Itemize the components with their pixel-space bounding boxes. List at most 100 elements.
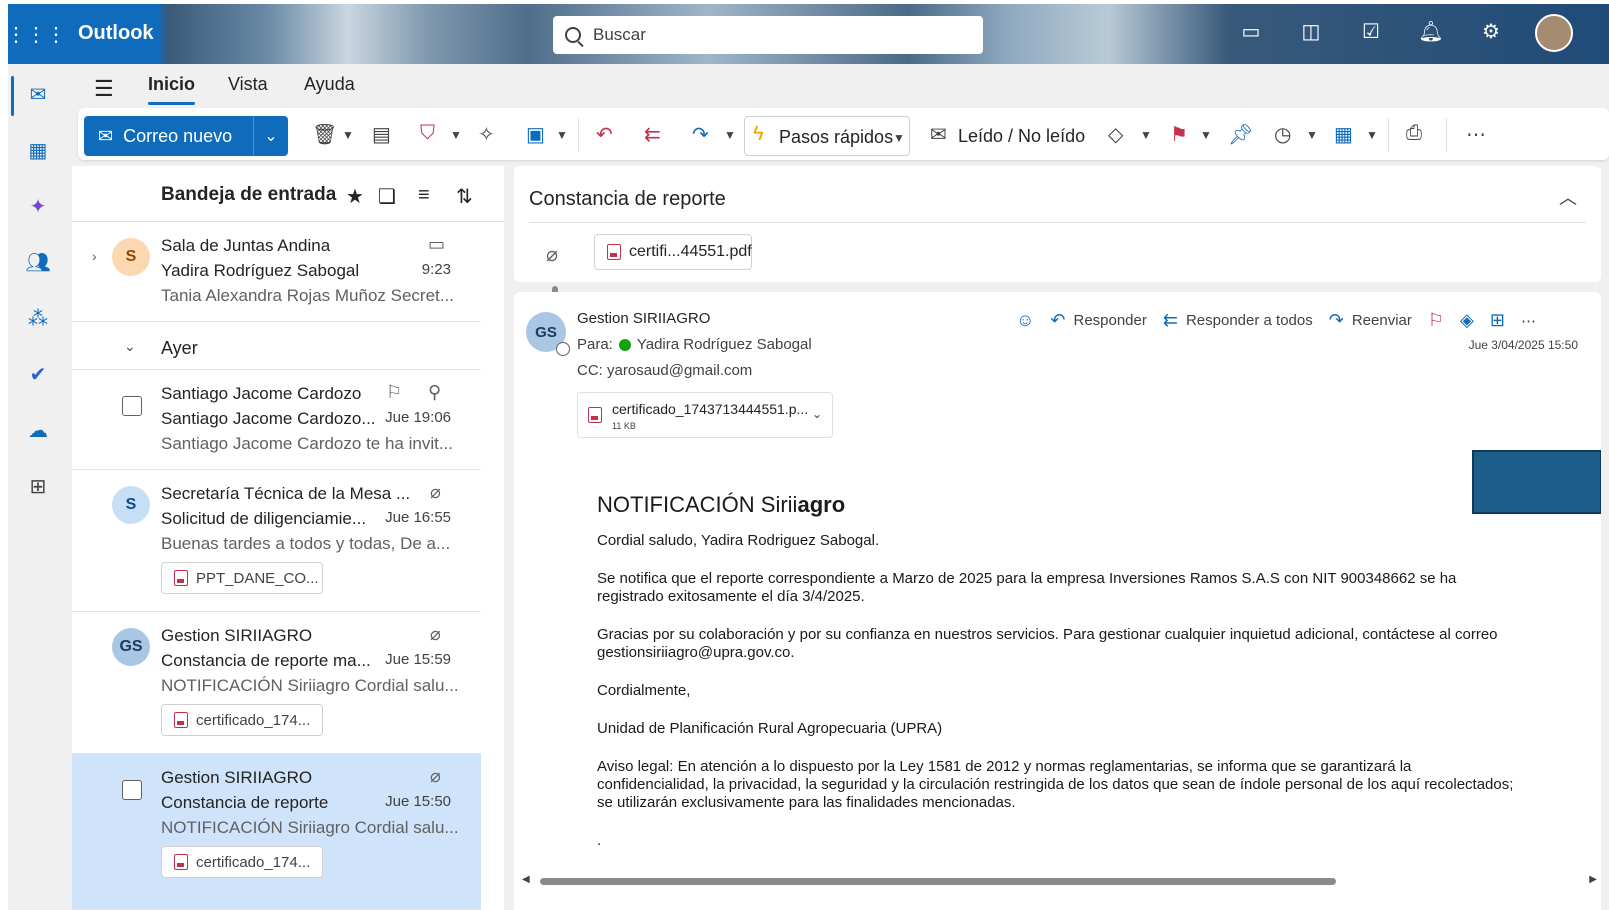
chevron-up-icon[interactable]: ︿ (1559, 184, 1577, 210)
teams-chat-icon[interactable]: ▭ (1238, 18, 1264, 44)
attachment-card[interactable]: certificado_1743713444551.p... 11 KB ⌄ (577, 392, 833, 438)
people-icon[interactable]: 👥︎ (22, 246, 54, 278)
group-title: Ayer (161, 338, 198, 358)
filter-icon[interactable]: ≡ (418, 184, 430, 207)
quick-steps-button[interactable]: ϟ Pasos rápidos ▼ (744, 116, 910, 156)
apps-icon[interactable]: ⊞ (1490, 310, 1505, 331)
bell-icon[interactable]: 🔔︎ (1418, 18, 1444, 44)
onedrive-icon[interactable]: ☁ (22, 414, 54, 446)
mail-icon[interactable]: ✉ (22, 78, 54, 110)
onenote-icon[interactable]: ◫ (1298, 18, 1324, 44)
flag-icon[interactable]: ⚑ (1170, 122, 1188, 147)
chevron-down-icon[interactable]: ⌄ (124, 338, 136, 355)
attachment-chip[interactable]: PPT_DANE_CO... (161, 562, 323, 594)
attachment-chip[interactable]: certificado_174... (161, 846, 323, 878)
chevron-down-icon[interactable]: ▼ (1200, 128, 1212, 142)
sender: Secretaría Técnica de la Mesa ... (161, 484, 411, 503)
flag-icon[interactable]: ⚐ (1428, 310, 1444, 331)
attachment-name: certificado_1743713444551.p... (612, 401, 809, 417)
star-icon[interactable]: ★ (346, 184, 364, 209)
chevron-down-icon[interactable]: ▼ (1366, 128, 1378, 142)
avatar: S (112, 238, 150, 276)
todo-icon[interactable]: ✔ (22, 358, 54, 390)
delete-icon[interactable]: 🗑︎ (312, 122, 337, 147)
scrollbar-thumb[interactable] (540, 878, 1336, 885)
attachment-chip[interactable]: certificado_174... (161, 704, 323, 736)
chevron-down-icon[interactable]: ▼ (1140, 128, 1152, 142)
select-icon[interactable]: ❏ (378, 184, 396, 209)
attachment-chip[interactable]: certifi...44551.pdf (594, 234, 752, 270)
rules-icon[interactable]: ▦ (1334, 122, 1353, 147)
to-recipient[interactable]: Yadira Rodríguez Sabogal (637, 336, 812, 353)
more-apps-icon[interactable]: ⊞ (22, 470, 54, 502)
tag-icon[interactable]: ◈ (1460, 310, 1474, 331)
pin-icon[interactable]: 📌︎ (1228, 122, 1253, 147)
more-options-icon[interactable]: ⋯ (1466, 122, 1486, 147)
top-bar: ⋮⋮⋮ Outlook Buscar ▭ ◫ ☑ 🔔︎ ⚙ (8, 4, 1609, 64)
hamburger-icon[interactable]: ☰ (94, 76, 114, 102)
tab-ayuda[interactable]: Ayuda (304, 74, 355, 95)
paperclip-icon: ⌀ (430, 766, 441, 786)
pin-icon[interactable]: ⚲ (428, 382, 441, 403)
search-box[interactable]: Buscar (553, 16, 983, 54)
scroll-left-icon[interactable]: ◀ (522, 874, 530, 885)
chevron-down-icon[interactable]: ⌄ (812, 407, 822, 421)
profile-avatar[interactable] (1535, 14, 1573, 52)
pdf-icon (174, 854, 188, 870)
envelope-icon: ✉ (98, 125, 114, 146)
chevron-down-icon[interactable]: ▼ (724, 128, 736, 142)
message-row-selected[interactable]: Gestion SIRIIAGRO Constancia de reporte … (72, 754, 481, 910)
app-launcher-icon[interactable]: ⋮⋮⋮ (8, 20, 66, 48)
forward-button[interactable]: ↷ Reenviar (1329, 310, 1412, 331)
group-header[interactable]: ⌄ Ayer (72, 324, 481, 370)
tasks-icon[interactable]: ☑ (1358, 18, 1384, 44)
chevron-down-icon[interactable]: ▼ (1306, 128, 1318, 142)
search-placeholder: Buscar (593, 25, 646, 44)
cc-recipient[interactable]: yarosaud@gmail.com (607, 362, 752, 379)
reply-all-icon[interactable]: ⇇ (644, 122, 661, 147)
tab-inicio[interactable]: Inicio (148, 74, 196, 105)
message-row[interactable]: Santiago Jacome Cardozo Santiago Jacome … (72, 370, 481, 470)
reply-icon[interactable]: ↶ (596, 122, 613, 147)
sweep-icon[interactable]: ✧ (478, 122, 495, 147)
reply-all-button[interactable]: ⇇ Responder a todos (1163, 310, 1313, 331)
sender: Sala de Juntas Andina (161, 236, 331, 255)
reading-scrollbar[interactable]: ◀ ▶ (518, 874, 1601, 888)
chevron-down-icon[interactable]: ▼ (450, 128, 462, 142)
envelope-open-icon[interactable]: ✉ (930, 122, 947, 147)
groups-icon[interactable]: ⁂ (22, 302, 54, 334)
select-checkbox[interactable] (122, 396, 142, 416)
scroll-right-icon[interactable]: ▶ (1589, 874, 1597, 885)
calendar-icon[interactable]: ▦ (22, 134, 54, 166)
forward-icon[interactable]: ↷ (692, 122, 709, 147)
chevron-down-icon[interactable]: ▼ (342, 128, 354, 142)
select-checkbox[interactable] (122, 780, 142, 800)
emoji-icon[interactable]: ☺ (1016, 310, 1034, 331)
snooze-icon[interactable]: ◷ (1274, 122, 1291, 147)
copilot-icon[interactable]: ✦ (22, 190, 54, 222)
archive-icon[interactable]: ▤ (372, 122, 391, 147)
gear-icon[interactable]: ⚙ (1478, 18, 1504, 44)
read-unread-button[interactable]: Leído / No leído (958, 126, 1085, 147)
new-mail-button[interactable]: ✉ Correo nuevo ⌄ (84, 116, 288, 156)
message-row[interactable]: › S Sala de Juntas Andina Yadira Rodrígu… (72, 222, 481, 322)
timestamp: Jue 15:50 (385, 793, 451, 810)
report-icon[interactable]: ⛉ (420, 122, 435, 145)
new-mail-dropdown[interactable]: ⌄ (254, 126, 288, 146)
tab-vista[interactable]: Vista (228, 74, 268, 95)
message-row[interactable]: S Secretaría Técnica de la Mesa ... Soli… (72, 470, 481, 612)
paperclip-icon: ⌀ (546, 244, 559, 266)
more-options-icon[interactable]: ⋯ (1521, 312, 1536, 330)
sender-name[interactable]: Gestion SIRIIAGRO (577, 310, 710, 327)
email-body: NOTIFICACIÓN Siriiagro Cordial saludo, Y… (597, 492, 1517, 870)
reply-button[interactable]: ↶ Responder (1050, 310, 1146, 331)
subject: Solicitud de diligenciamie... (161, 509, 367, 528)
tag-icon[interactable]: ◇ (1108, 122, 1123, 147)
move-to-icon[interactable]: ▣ (526, 122, 545, 147)
flag-icon[interactable]: ⚐ (386, 382, 402, 403)
print-icon[interactable]: ⎙ (1406, 122, 1422, 145)
message-row[interactable]: GS Gestion SIRIIAGRO Constancia de repor… (72, 612, 481, 754)
sort-icon[interactable]: ⇅ (456, 184, 473, 209)
chevron-right-icon[interactable]: › (92, 248, 97, 264)
chevron-down-icon[interactable]: ▼ (556, 128, 568, 142)
